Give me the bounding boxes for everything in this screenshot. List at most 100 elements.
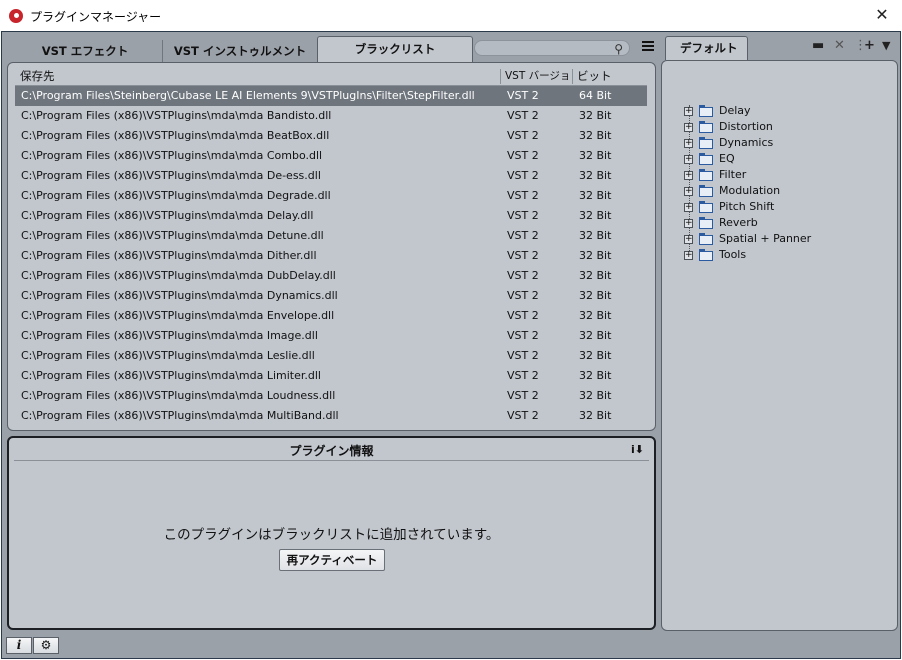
cell-bit: 32 Bit [579,249,612,262]
table-row[interactable]: C:\Program Files (x86)\VSTPlugins\mda\md… [15,186,647,206]
tree-item-label: Modulation [719,184,781,197]
plugin-info-title: プラグイン情報 [289,444,374,458]
table-header: 保存先 VST バージョン ビット [15,67,647,86]
table-row[interactable]: C:\Program Files (x86)\VSTPlugins\mda\md… [15,346,647,366]
tree-item-label: Tools [719,248,747,261]
plugin-info-panel: プラグイン情報 i⬇ このプラグインはブラックリストに追加されています。 再アク… [7,436,656,630]
app-logo-icon [9,9,23,23]
reactivate-button[interactable]: 再アクティベート [279,549,385,571]
cell-vst-version: VST 2 [507,389,539,402]
gear-icon[interactable]: ⚙ [33,637,59,654]
close-icon[interactable]: ✕ [872,5,892,25]
cell-vst-version: VST 2 [507,269,539,282]
cell-vst-version: VST 2 [507,129,539,142]
tree-item-label: Distortion [719,120,773,133]
table-row[interactable]: C:\Program Files\Steinberg\Cubase LE AI … [15,86,647,106]
expand-icon[interactable]: + [684,171,693,180]
cell-bit: 32 Bit [579,229,612,242]
cell-location: C:\Program Files (x86)\VSTPlugins\mda\md… [21,229,324,242]
table-row[interactable]: C:\Program Files (x86)\VSTPlugins\mda\md… [15,106,647,126]
tab-blacklist[interactable]: ブラックリスト [317,36,473,63]
cell-location: C:\Program Files (x86)\VSTPlugins\mda\md… [21,409,339,422]
folder-icon [699,153,713,165]
cell-bit: 32 Bit [579,269,612,282]
cell-location: C:\Program Files (x86)\VSTPlugins\mda\md… [21,369,321,382]
cell-bit: 32 Bit [579,329,612,342]
info-icon[interactable]: i [6,637,32,654]
blacklist-table: 保存先 VST バージョン ビット C:\Program Files\Stein… [7,62,656,431]
expand-icon[interactable]: + [684,251,693,260]
tree-item-label: EQ [719,152,735,165]
expand-icon[interactable]: + [684,187,693,196]
cell-vst-version: VST 2 [507,109,539,122]
cell-location: C:\Program Files (x86)\VSTPlugins\mda\md… [21,269,336,282]
table-row[interactable]: C:\Program Files (x86)\VSTPlugins\mda\md… [15,306,647,326]
expand-icon[interactable]: + [684,107,693,116]
table-row[interactable]: C:\Program Files (x86)\VSTPlugins\mda\md… [15,206,647,226]
info-export-icon[interactable]: i⬇ [631,443,644,456]
cell-location: C:\Program Files (x86)\VSTPlugins\mda\md… [21,169,321,182]
cell-vst-version: VST 2 [507,229,539,242]
cell-location: C:\Program Files (x86)\VSTPlugins\mda\md… [21,389,336,402]
cell-location: C:\Program Files\Steinberg\Cubase LE AI … [21,89,475,102]
table-row[interactable]: C:\Program Files (x86)\VSTPlugins\mda\md… [15,166,647,186]
table-row[interactable]: C:\Program Files (x86)\VSTPlugins\mda\md… [15,126,647,146]
table-row[interactable]: C:\Program Files (x86)\VSTPlugins\mda\md… [15,366,647,386]
column-divider[interactable] [572,69,573,84]
table-row[interactable]: C:\Program Files (x86)\VSTPlugins\mda\md… [15,266,647,286]
expand-icon[interactable]: + [684,235,693,244]
cell-vst-version: VST 2 [507,169,539,182]
tab-vst-effects[interactable]: VST エフェクト [8,40,163,62]
delete-icon[interactable]: ✕ [834,39,845,53]
cell-location: C:\Program Files (x86)\VSTPlugins\mda\md… [21,109,332,122]
cell-bit: 32 Bit [579,189,612,202]
cell-vst-version: VST 2 [507,209,539,222]
cell-location: C:\Program Files (x86)\VSTPlugins\mda\md… [21,209,314,222]
column-header-vst-version[interactable]: VST バージョン [505,67,571,86]
folder-icon [699,201,713,213]
cell-bit: 32 Bit [579,389,612,402]
table-row[interactable]: C:\Program Files (x86)\VSTPlugins\mda\md… [15,406,647,426]
column-header-location[interactable]: 保存先 [20,67,55,86]
cell-vst-version: VST 2 [507,409,539,422]
expand-icon[interactable]: + [684,123,693,132]
expand-icon[interactable]: + [684,203,693,212]
folder-icon [699,249,713,261]
dropdown-icon[interactable]: ▼ [882,39,890,53]
cell-bit: 32 Bit [579,289,612,302]
title-bar: プラグインマネージャー ✕ [0,0,902,31]
cell-location: C:\Program Files (x86)\VSTPlugins\mda\md… [21,329,318,342]
table-row[interactable]: C:\Program Files (x86)\VSTPlugins\mda\md… [15,146,647,166]
tab-default-collection[interactable]: デフォルト [665,36,748,60]
folder-icon [699,169,713,181]
tab-strip: VST エフェクト VST インストゥルメント ブラックリスト ⚲ [8,36,656,63]
table-row[interactable]: C:\Program Files (x86)\VSTPlugins\mda\md… [15,386,647,406]
folder-icon [699,137,713,149]
cell-bit: 32 Bit [579,209,612,222]
expand-icon[interactable]: + [684,155,693,164]
folder-icon [699,185,713,197]
table-row[interactable]: C:\Program Files (x86)\VSTPlugins\mda\md… [15,286,647,306]
cell-vst-version: VST 2 [507,249,539,262]
cell-location: C:\Program Files (x86)\VSTPlugins\mda\md… [21,129,330,142]
table-row[interactable]: C:\Program Files (x86)\VSTPlugins\mda\md… [15,326,647,346]
column-divider[interactable] [500,69,501,84]
column-header-bit[interactable]: ビット [577,67,612,86]
add-icon[interactable]: + [864,39,875,53]
tree-item-label: Spatial + Panner [719,232,812,245]
cell-bit: 32 Bit [579,109,612,122]
expand-icon[interactable]: + [684,139,693,148]
table-row[interactable]: C:\Program Files (x86)\VSTPlugins\mda\md… [15,246,647,266]
blacklist-message: このプラグインはブラックリストに追加されています。 [163,527,500,543]
expand-icon[interactable]: + [684,219,693,228]
search-icon[interactable]: ⚲ [614,42,623,56]
tab-vst-instruments[interactable]: VST インストゥルメント [163,40,318,62]
table-row[interactable]: C:\Program Files (x86)\VSTPlugins\mda\md… [15,226,647,246]
cell-bit: 32 Bit [579,149,612,162]
search-input[interactable]: ⚲ [474,40,630,56]
folder-icon[interactable]: ▬ [812,39,824,53]
tree-item-label: Reverb [719,216,758,229]
menu-icon[interactable] [642,41,654,51]
cell-bit: 32 Bit [579,349,612,362]
cell-bit: 64 Bit [579,89,612,102]
